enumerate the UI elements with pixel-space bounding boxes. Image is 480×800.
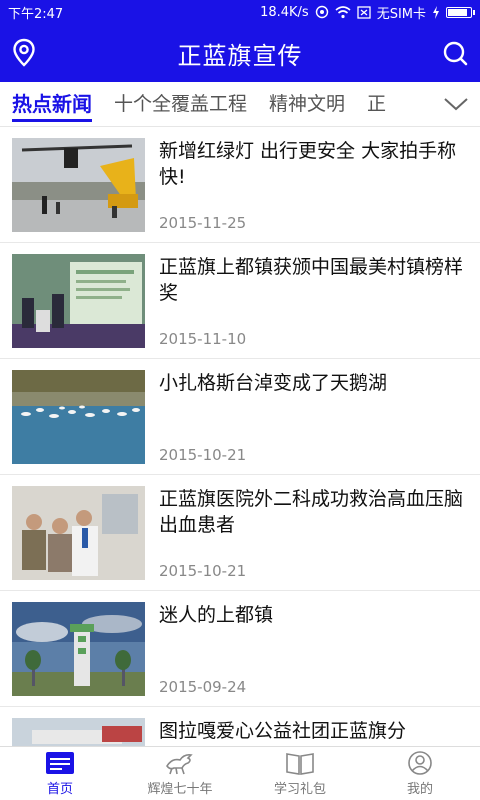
news-thumbnail-traffic-light [12,138,145,232]
news-title: 图拉嘎爱心公益社团正蓝旗分 [159,720,407,742]
news-item[interactable]: 新增红绿灯 出行更安全 大家拍手称快! 2015-11-25 [0,127,480,243]
search-icon[interactable] [442,40,468,66]
nav-glorious-seventy-label: 辉煌七十年 [147,782,213,797]
page-title: 正蓝旗宣传 [177,41,303,70]
tab-hot-news[interactable]: 热点新闻 [12,82,92,126]
news-list: 新增红绿灯 出行更安全 大家拍手称快! 2015-11-25 正蓝旗上都镇获颁中… [0,127,480,747]
news-thumbnail-hospital [12,486,145,580]
bottom-navigation: 首页 辉煌七十年 学习礼包 我的 [0,746,480,800]
status-bar: 下午2:47 18.4K/s 无SIM卡 [0,0,480,24]
charging-icon [433,5,439,19]
nav-mine-label: 我的 [406,782,433,797]
nav-mine[interactable]: 我的 [360,747,480,800]
news-thumbnail-town [12,602,145,696]
news-date: 2015-11-10 [159,330,247,348]
nav-home-label: 首页 [46,782,73,797]
expand-tabs-button[interactable] [442,92,470,116]
nav-study-pack-label: 学习礼包 [273,782,326,797]
nav-glorious-seventy[interactable]: 辉煌七十年 [120,747,240,800]
news-title: 小扎格斯台淖变成了天鹅湖 [159,372,388,394]
news-title: 新增红绿灯 出行更安全 大家拍手称快! [159,140,457,188]
news-item[interactable]: 正蓝旗医院外二科成功救治高血压脑出血患者 2015-10-21 [0,475,480,591]
tab-spiritual-civilization[interactable]: 精神文明 [269,82,345,126]
user-icon [408,751,432,775]
nav-study-pack[interactable]: 学习礼包 [240,747,360,800]
battery-icon [446,6,475,18]
status-indicators: 18.4K/s 无SIM卡 [260,3,475,22]
status-time: 下午2:47 [8,6,64,22]
tab-more[interactable]: 正 [367,82,386,126]
home-news-icon [46,752,74,774]
book-icon [286,753,314,775]
wifi-icon [335,5,351,18]
app-bar: 正蓝旗宣传 [0,24,480,82]
nav-home[interactable]: 首页 [0,747,120,800]
news-date: 2015-10-21 [159,446,247,464]
news-thumbnail-award-ceremony [12,254,145,348]
chevron-down-icon [444,98,468,111]
sim-status: 无SIM卡 [376,6,426,22]
news-item[interactable]: 小扎格斯台淖变成了天鹅湖 2015-10-21 [0,359,480,475]
news-date: 2015-11-25 [159,214,247,232]
news-thumbnail-charity [12,718,145,747]
horse-icon [166,754,193,775]
location-icon[interactable] [12,38,36,68]
news-title: 正蓝旗医院外二科成功救治高血压脑出血患者 [159,488,464,536]
news-title: 迷人的上都镇 [159,604,274,626]
hotspot-icon [315,5,328,19]
sim-icon [357,5,371,19]
news-date: 2015-09-24 [159,678,247,696]
news-item[interactable]: 正蓝旗上都镇获颁中国最美村镇榜样奖 2015-11-10 [0,243,480,359]
news-item[interactable]: 迷人的上都镇 2015-09-24 [0,591,480,707]
news-thumbnail-swan-lake [12,370,145,464]
news-date: 2015-10-21 [159,562,247,580]
news-item[interactable]: 图拉嘎爱心公益社团正蓝旗分 [0,707,480,747]
network-speed: 18.4K/s [260,4,309,20]
news-title: 正蓝旗上都镇获颁中国最美村镇榜样奖 [159,256,464,304]
category-tabs: 热点新闻 十个全覆盖工程 精神文明 正 [0,82,480,127]
tab-ten-coverage[interactable]: 十个全覆盖工程 [114,82,247,126]
